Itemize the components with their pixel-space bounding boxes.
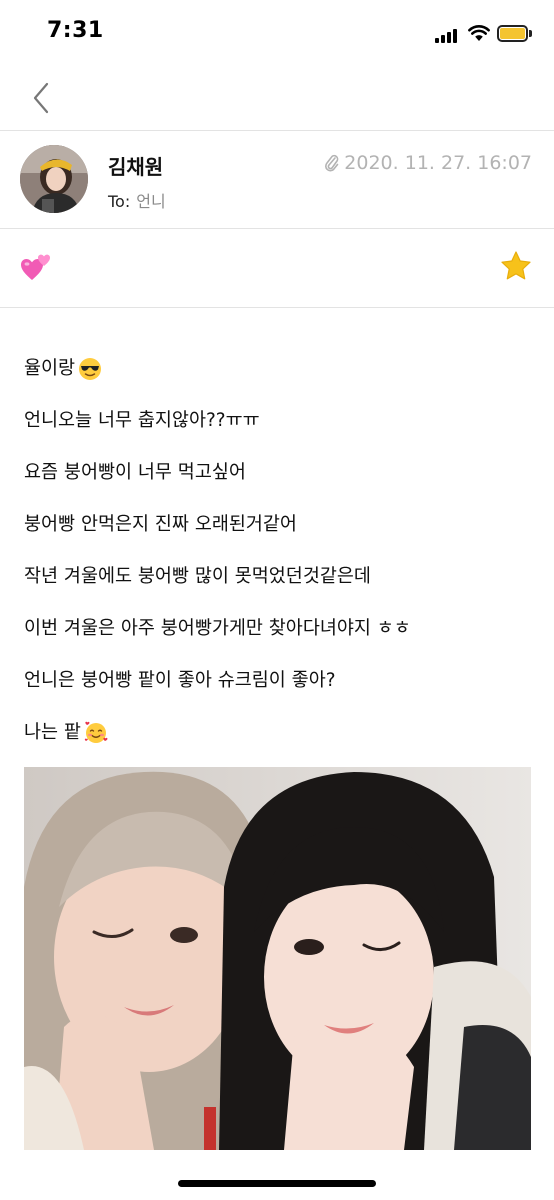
home-indicator[interactable] [178,1180,376,1187]
status-time: 7:31 [47,18,104,43]
sender-name: 김채원 [108,155,164,179]
smiling-face-with-hearts-icon [84,721,108,743]
recipient-row: To: 언니 [108,188,166,212]
letter-line: 언니은 붕어빵 팥이 좋아 슈크림이 좋아? [24,670,336,691]
letter-line: 이번 겨울은 아주 붕어빵가게만 찾아다녀야지 ㅎㅎ [24,618,411,639]
back-button[interactable] [28,80,58,116]
letter-line: 작년 겨울에도 붕어빵 많이 못먹었던것같은데 [24,566,371,587]
letter-line: 율이랑 [24,355,534,407]
letter-date: 2020. 11. 27. 16:07 [344,152,532,174]
letter-date-row: 2020. 11. 27. 16:07 [324,152,532,174]
header-divider [0,130,554,131]
attached-photo[interactable] [24,767,531,1150]
status-bar: 7:31 [0,0,554,64]
sender-avatar[interactable] [20,145,88,213]
star-icon[interactable] [500,250,532,282]
sender-divider [0,228,554,229]
letter-line: 언니오늘 너무 춥지않아??ㅠㅠ [24,410,260,431]
recipient-name: 언니 [136,192,166,211]
letter-line: 요즘 붕어빵이 너무 먹고싶어 [24,462,246,483]
letter-line: 붕어빵 안먹은지 진짜 오래된거같어 [24,514,297,535]
sunglasses-face-icon [79,358,102,380]
letter-body: 율이랑 언니오늘 너무 춥지않아??ㅠㅠ 요즘 붕어빵이 너무 먹고싶어 붕어빵… [24,355,534,771]
letter-line: 나는 팥 [24,719,534,771]
two-hearts-icon [21,254,50,280]
actions-divider [0,307,554,308]
battery-icon [497,25,532,42]
chevron-left-icon [33,82,49,114]
cellular-signal-icon [435,29,461,43]
paperclip-icon [325,154,339,172]
to-label: To: [108,192,131,211]
wifi-icon [468,25,490,41]
